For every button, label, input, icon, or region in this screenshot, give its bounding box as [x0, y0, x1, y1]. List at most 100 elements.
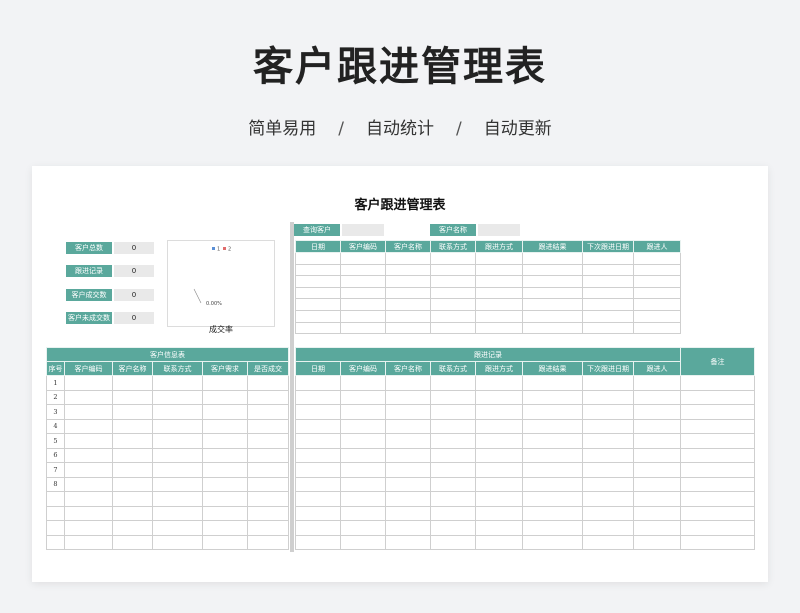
table-cell[interactable] [582, 321, 634, 335]
table-cell[interactable] [680, 375, 755, 391]
table-cell[interactable] [633, 275, 681, 288]
table-cell[interactable] [112, 447, 153, 463]
table-cell[interactable] [64, 433, 113, 449]
table-cell[interactable] [633, 263, 681, 277]
table-cell[interactable] [112, 520, 153, 536]
query-result[interactable] [478, 224, 520, 236]
table-cell[interactable] [247, 433, 289, 449]
table-cell[interactable] [430, 263, 476, 277]
table-cell[interactable] [633, 534, 681, 550]
table-cell[interactable] [340, 252, 386, 265]
table-cell[interactable] [680, 462, 755, 478]
table-cell[interactable] [247, 520, 289, 536]
query-input[interactable] [342, 224, 384, 236]
table-cell[interactable] [430, 298, 476, 311]
table-cell[interactable] [582, 418, 634, 434]
table-cell[interactable] [633, 462, 681, 478]
table-cell[interactable] [633, 491, 681, 507]
table-cell[interactable]: 7 [46, 462, 65, 478]
table-cell[interactable] [202, 491, 248, 507]
table-cell[interactable] [522, 275, 583, 288]
table-cell[interactable] [430, 309, 476, 323]
table-cell[interactable] [46, 520, 65, 536]
table-cell[interactable] [295, 375, 341, 391]
table-cell[interactable] [475, 321, 523, 335]
table-cell[interactable]: 4 [46, 418, 65, 434]
table-cell[interactable] [680, 505, 755, 521]
table-cell[interactable] [582, 534, 634, 550]
table-cell[interactable] [475, 505, 523, 521]
table-cell[interactable] [430, 321, 476, 335]
table-cell[interactable] [295, 389, 341, 405]
table-cell[interactable]: 2 [46, 389, 65, 405]
table-cell[interactable] [340, 491, 386, 507]
table-cell[interactable] [202, 375, 248, 391]
table-cell[interactable] [152, 534, 203, 550]
table-cell[interactable] [522, 534, 583, 550]
table-cell[interactable] [152, 447, 203, 463]
table-cell[interactable] [202, 505, 248, 521]
table-cell[interactable] [633, 321, 681, 335]
table-cell[interactable] [295, 252, 341, 265]
table-cell[interactable] [295, 404, 341, 420]
table-cell[interactable] [385, 252, 431, 265]
table-cell[interactable] [582, 389, 634, 405]
table-cell[interactable] [385, 309, 431, 323]
table-cell[interactable] [385, 418, 431, 434]
table-cell[interactable] [475, 462, 523, 478]
table-cell[interactable] [430, 418, 476, 434]
table-cell[interactable] [385, 321, 431, 335]
table-cell[interactable] [475, 252, 523, 265]
table-cell[interactable] [202, 462, 248, 478]
table-cell[interactable] [64, 505, 113, 521]
table-cell[interactable] [247, 418, 289, 434]
table-cell[interactable] [112, 404, 153, 420]
table-cell[interactable] [522, 418, 583, 434]
table-cell[interactable] [64, 462, 113, 478]
table-cell[interactable] [633, 298, 681, 311]
table-cell[interactable] [385, 286, 431, 300]
table-cell[interactable] [112, 375, 153, 391]
table-cell[interactable] [202, 389, 248, 405]
table-cell[interactable] [680, 520, 755, 536]
table-cell[interactable] [112, 418, 153, 434]
table-cell[interactable] [475, 433, 523, 449]
table-cell[interactable] [633, 476, 681, 492]
table-cell[interactable] [475, 375, 523, 391]
table-cell[interactable] [582, 375, 634, 391]
table-cell[interactable] [633, 375, 681, 391]
table-cell[interactable] [247, 462, 289, 478]
table-cell[interactable] [680, 476, 755, 492]
table-cell[interactable] [385, 476, 431, 492]
table-cell[interactable] [385, 520, 431, 536]
table-cell[interactable] [64, 375, 113, 391]
table-cell[interactable] [64, 520, 113, 536]
table-cell[interactable] [152, 375, 203, 391]
table-cell[interactable] [522, 404, 583, 420]
table-cell[interactable] [680, 534, 755, 550]
table-cell[interactable] [680, 433, 755, 449]
table-cell[interactable] [152, 418, 203, 434]
table-cell[interactable] [582, 263, 634, 277]
table-cell[interactable] [430, 447, 476, 463]
table-cell[interactable] [202, 476, 248, 492]
table-cell[interactable] [340, 404, 386, 420]
table-cell[interactable] [680, 389, 755, 405]
table-cell[interactable] [340, 462, 386, 478]
table-cell[interactable] [340, 309, 386, 323]
table-cell[interactable] [430, 389, 476, 405]
table-cell[interactable] [247, 491, 289, 507]
table-cell[interactable] [64, 534, 113, 550]
table-cell[interactable] [152, 491, 203, 507]
table-cell[interactable] [430, 505, 476, 521]
table-cell[interactable] [522, 252, 583, 265]
table-cell[interactable] [340, 447, 386, 463]
table-cell[interactable] [247, 389, 289, 405]
table-cell[interactable] [522, 263, 583, 277]
table-cell[interactable] [385, 263, 431, 277]
table-cell[interactable] [522, 321, 583, 335]
table-cell[interactable]: 5 [46, 433, 65, 449]
table-cell[interactable] [64, 418, 113, 434]
table-cell[interactable] [475, 418, 523, 434]
table-cell[interactable] [295, 447, 341, 463]
